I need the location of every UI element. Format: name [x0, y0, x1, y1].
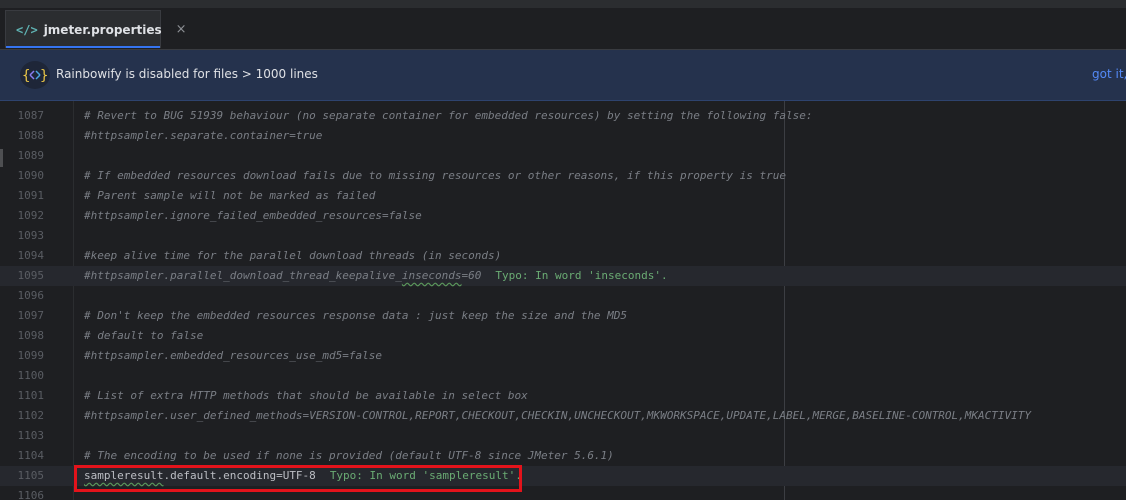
banner-message: Rainbowify is disabled for files > 1000 …: [56, 67, 318, 81]
line-number: 1093: [17, 229, 45, 242]
line-text: #httpsampler.user_defined_methods=VERSIO…: [84, 409, 1032, 422]
line-number: 1099: [17, 349, 45, 362]
code-line: 1099 #httpsampler.embedded_resources_use_…: [0, 346, 1126, 366]
line-number: 1092: [17, 209, 45, 222]
line-text: #keep alive time for the parallel downlo…: [84, 249, 502, 262]
line-number: 1097: [17, 309, 45, 322]
line-number: 1089: [17, 149, 45, 162]
code-line: 1101 # List of extra HTTP methods that sh…: [0, 386, 1126, 406]
line-number: 1096: [17, 289, 45, 302]
highlight-box: [74, 465, 522, 492]
line-text: # The encoding to be used if none is pro…: [84, 449, 614, 462]
line-text: #httpsampler.embedded_resources_use_md5=…: [84, 349, 383, 362]
code-line: 1096: [0, 286, 1126, 306]
line-text: #httpsampler.parallel_download_thread_ke…: [84, 266, 668, 286]
code-line: 1093: [0, 226, 1126, 246]
active-tab-indicator: [6, 46, 160, 48]
code-line: 1088 #httpsampler.separate.container=true: [0, 126, 1126, 146]
code-line: 1090 # If embedded resources download fai…: [0, 166, 1126, 186]
code-tags-icon: </>: [16, 22, 38, 37]
code-line: 1098 # default to false: [0, 326, 1126, 346]
got-it-link[interactable]: got it,: [1092, 67, 1126, 81]
svg-text:}: }: [40, 68, 48, 84]
line-text: #httpsampler.ignore_failed_embedded_reso…: [84, 209, 422, 222]
line-number: 1094: [17, 249, 45, 262]
line-number: 1103: [17, 429, 45, 442]
line-number: 1105: [17, 469, 45, 482]
svg-text:{: {: [22, 68, 30, 84]
code-line: 1094 #keep alive time for the parallel do…: [0, 246, 1126, 266]
code-line: 1100: [0, 366, 1126, 386]
code-line: 1089: [0, 146, 1126, 166]
close-icon[interactable]: ×: [176, 22, 187, 37]
line-text-segment: =60: [461, 269, 482, 282]
line-number: 1095: [17, 269, 45, 282]
line-text: #httpsampler.separate.container=true: [84, 129, 323, 142]
line-text: # Parent sample will not be marked as fa…: [84, 189, 376, 202]
line-number: 1090: [17, 169, 45, 182]
typo-word: inseconds: [401, 269, 462, 282]
code-editor[interactable]: 1087 # Revert to BUG 51939 behaviour (no …: [0, 101, 1126, 500]
tab-label: jmeter.properties: [43, 22, 162, 37]
line-text: # Revert to BUG 51939 behaviour (no sepa…: [84, 109, 813, 122]
line-text: # List of extra HTTP methods that should…: [84, 389, 528, 402]
code-line: 1104 # The encoding to be used if none is…: [0, 446, 1126, 466]
line-number: 1104: [17, 449, 45, 462]
code-line: 1087 # Revert to BUG 51939 behaviour (no …: [0, 106, 1126, 126]
line-text: # If embedded resources download fails d…: [84, 169, 786, 182]
line-number: 1106: [17, 489, 45, 500]
line-number: 1098: [17, 329, 45, 342]
notification-banner: { } Rainbowify is disabled for files > 1…: [0, 50, 1126, 101]
code-line: 1091 # Parent sample will not be marked a…: [0, 186, 1126, 206]
tab-jmeter-properties[interactable]: </> jmeter.properties ×: [5, 10, 187, 48]
line-number: 1101: [17, 389, 45, 402]
line-number: 1102: [17, 409, 45, 422]
line-number: 1087: [17, 109, 45, 122]
code-line: 1103: [0, 426, 1126, 446]
code-line: 1097 # Don't keep the embedded resources …: [0, 306, 1126, 326]
editor-tab-bar: </> jmeter.properties ×: [0, 8, 1126, 50]
line-number: 1100: [17, 369, 45, 382]
line-text: # default to false: [84, 329, 204, 342]
line-number: 1088: [17, 129, 45, 142]
code-line: 1102 #httpsampler.user_defined_methods=VE…: [0, 406, 1126, 426]
code-line: 1095 #httpsampler.parallel_download_threa…: [0, 266, 1126, 286]
code-line: 1092 #httpsampler.ignore_failed_embedded_…: [0, 206, 1126, 226]
line-text-segment: #httpsampler.parallel_download_thread_ke…: [84, 269, 402, 282]
line-text: # Don't keep the embedded resources resp…: [84, 309, 628, 322]
line-number: 1091: [17, 189, 45, 202]
rainbowify-icon: { }: [20, 61, 50, 89]
typo-hint: Typo: In word 'inseconds'.: [495, 269, 668, 282]
